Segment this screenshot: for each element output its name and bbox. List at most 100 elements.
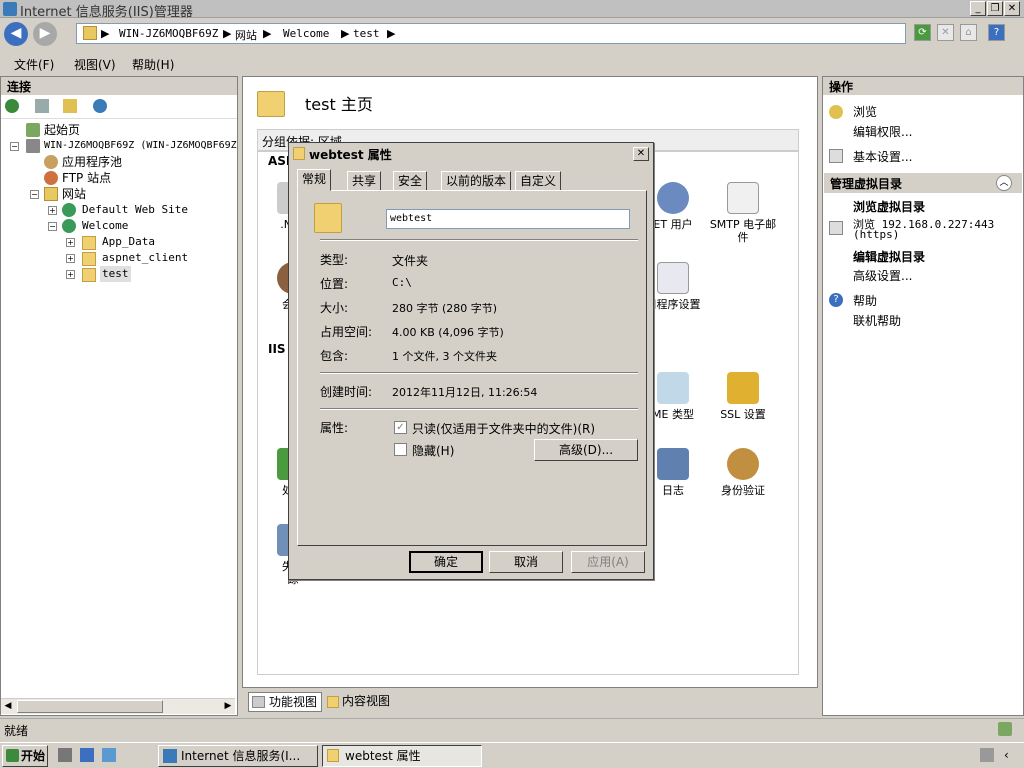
refresh-icon[interactable]: ⟳ [914, 24, 931, 41]
server-manager-icon[interactable] [58, 748, 72, 762]
disconnect-icon[interactable] [93, 99, 107, 113]
start-button[interactable]: 开始 [2, 745, 48, 767]
feature-ssl[interactable]: SSL 设置 [708, 372, 778, 421]
connections-toolbar [1, 95, 237, 119]
menu-file[interactable]: 文件(F) [14, 56, 54, 73]
dialog-title: webtest 属性 [309, 148, 392, 162]
tab-sharing[interactable]: 共享 [347, 171, 382, 191]
users-icon [657, 182, 689, 214]
powershell-icon[interactable] [80, 748, 94, 762]
taskbar: 开始 Internet 信息服务(I... webtest 属性 ‹ [0, 742, 1024, 768]
status-bar: 就绪 [0, 718, 1024, 740]
tab-features-view[interactable]: 功能视图 [248, 692, 323, 712]
up-folder-icon[interactable] [63, 99, 77, 113]
mime-icon [657, 372, 689, 404]
connect-globe-icon[interactable] [5, 99, 19, 113]
expander-aspnet-client[interactable]: + [66, 254, 75, 263]
tab-general[interactable]: 常规 [297, 169, 332, 191]
tab-security[interactable]: 安全 [393, 171, 428, 191]
feature-smtp[interactable]: SMTP 电子邮件 [708, 182, 778, 244]
expander-welcome[interactable]: − [48, 222, 57, 231]
cancel-button[interactable]: 取消 [489, 551, 563, 573]
contains-value: 1 个文件, 3 个文件夹 [392, 350, 497, 363]
advanced-button[interactable]: 高级(D)... [534, 439, 638, 461]
menu-help[interactable]: 帮助(H) [132, 56, 174, 73]
expander-sites[interactable]: − [30, 190, 39, 199]
address-bar[interactable]: ▶ WIN-JZ6MOQBF69Z ▶ 网站 ▶ Welcome ▶ test … [76, 23, 906, 44]
save-icon[interactable] [35, 99, 49, 113]
action-edit-permissions[interactable]: 编辑权限... [853, 123, 912, 140]
app-pool-icon [44, 155, 58, 169]
action-help[interactable]: 帮助 [853, 292, 877, 309]
stop-icon[interactable]: ✕ [937, 24, 954, 41]
tab-customize[interactable]: 自定义 [515, 171, 562, 191]
folder-large-icon [314, 203, 342, 233]
action-browse[interactable]: 浏览 [853, 103, 877, 120]
ssl-lock-icon [727, 372, 759, 404]
address-arrow-icon: ▶ [101, 27, 110, 40]
content-view-icon [327, 696, 339, 708]
restore-button[interactable]: ❐ [987, 1, 1003, 16]
edit-vdir-title: 编辑虚拟目录 [853, 250, 926, 264]
help-icon[interactable]: ? [988, 24, 1005, 41]
folder-icon [82, 268, 96, 282]
general-panel: webtest 类型: 文件夹 位置: C:\ 大小: 280 字节 (280 … [297, 190, 647, 546]
scroll-left-icon[interactable]: ◀ [1, 699, 15, 714]
explorer-icon[interactable] [102, 748, 116, 762]
connections-pane: 连接 [0, 76, 238, 716]
address-part-welcome[interactable]: Welcome [283, 27, 329, 40]
expander-app-data[interactable]: + [66, 238, 75, 247]
action-advanced-settings[interactable]: 高级设置... [853, 267, 912, 284]
home-icon[interactable]: ⌂ [960, 24, 977, 41]
menu-view[interactable]: 视图(V) [74, 56, 116, 73]
back-icon[interactable]: ◀ [4, 22, 28, 46]
feature-auth[interactable]: 身份验证 [708, 448, 778, 497]
scroll-right-icon[interactable]: ▶ [221, 699, 235, 714]
folder-name-input[interactable]: webtest [386, 209, 630, 229]
attributes-label: 属性: [320, 421, 349, 435]
browse-vdir-title: 浏览虚拟目录 [853, 200, 926, 214]
type-value: 文件夹 [392, 254, 429, 268]
log-icon [657, 448, 689, 480]
address-part-sites[interactable]: 网站 [235, 27, 257, 43]
taskbar-iis-manager[interactable]: Internet 信息服务(I... [158, 745, 318, 767]
dialog-close-button[interactable]: ✕ [633, 147, 649, 161]
actions-header: 操作 [823, 77, 1023, 95]
address-part-server[interactable]: WIN-JZ6MOQBF69Z [119, 27, 218, 40]
browse-link-sub[interactable]: (https) [853, 228, 899, 241]
taskbar-webtest-props[interactable]: webtest 属性 [322, 745, 482, 767]
location-value: C:\ [392, 276, 412, 289]
readonly-checkbox[interactable]: ✓ [394, 421, 407, 434]
scroll-thumb[interactable] [17, 700, 163, 713]
menu-bar: 文件(F) 视图(V) 帮助(H) [0, 52, 1024, 74]
separator [320, 408, 638, 410]
forward-icon[interactable]: ▶ [33, 22, 57, 46]
close-button[interactable]: ✕ [1004, 1, 1020, 16]
expander-default-site[interactable]: + [48, 206, 57, 215]
apply-button[interactable]: 应用(A) [571, 551, 645, 573]
tray-expand-icon[interactable]: ‹ [1004, 748, 1009, 762]
action-online-help[interactable]: 联机帮助 [853, 312, 901, 329]
ftp-icon [44, 171, 58, 185]
collapse-icon[interactable]: ︿ [996, 175, 1012, 191]
ok-button[interactable]: 确定 [409, 551, 483, 573]
address-part-test[interactable]: test [353, 27, 380, 40]
disk-size-label: 占用空间: [320, 325, 373, 339]
tray-network-icon[interactable] [980, 748, 994, 762]
address-arrow-icon: ▶ [341, 27, 350, 40]
iis-icon [163, 749, 177, 763]
created-label: 创建时间: [320, 385, 373, 399]
hidden-checkbox[interactable] [394, 443, 407, 456]
tab-content-view[interactable]: 内容视图 [324, 692, 394, 712]
tab-previous-versions[interactable]: 以前的版本 [441, 171, 512, 191]
separator [320, 372, 638, 374]
created-value: 2012年11月12日, 11:26:54 [392, 386, 538, 399]
type-label: 类型: [320, 253, 349, 267]
horizontal-scrollbar[interactable]: ◀ ▶ [1, 698, 235, 714]
dialog-title-bar: webtest 属性 ✕ [291, 145, 651, 163]
expander-server[interactable]: − [10, 142, 19, 151]
action-basic-settings[interactable]: 基本设置... [853, 148, 912, 165]
folder-icon [82, 236, 96, 250]
expander-test[interactable]: + [66, 270, 75, 279]
minimize-button[interactable]: _ [970, 1, 986, 16]
